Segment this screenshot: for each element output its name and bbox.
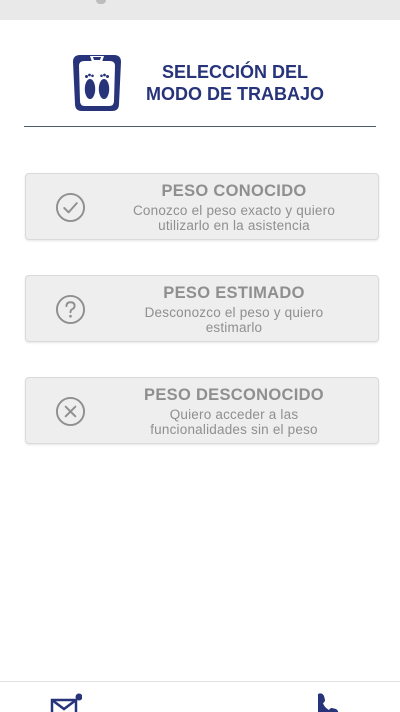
mode-option-description-line2: utilizarlo en la asistencia [158, 218, 310, 233]
page-title: SELECCIÓN DEL MODO DE TRABAJO [140, 61, 330, 105]
header: SELECCIÓN DEL MODO DE TRABAJO [24, 52, 376, 127]
mode-option-known-weight[interactable]: PESO CONOCIDO Conozco el peso exacto y q… [25, 173, 379, 240]
page-title-line1: SELECCIÓN DEL [161, 62, 308, 82]
status-indicator [96, 0, 106, 4]
mail-notification-icon[interactable] [50, 692, 82, 712]
mode-option-description: Conozco el peso exacto y quiero utilizar… [92, 203, 376, 233]
mode-option-description-line2: estimarlo [205, 320, 263, 335]
mode-option-description-line2: funcionalidades sin el peso [150, 422, 318, 437]
phone-icon[interactable] [312, 692, 344, 712]
mode-option-description: Quiero acceder a las funcionalidades sin… [92, 407, 376, 437]
page-title-line2: MODO DE TRABAJO [145, 84, 324, 104]
x-circle-icon [55, 396, 86, 427]
mode-option-title: PESO ESTIMADO [163, 284, 305, 302]
mode-option-unknown-weight[interactable]: PESO DESCONOCIDO Quiero acceder a las fu… [25, 377, 379, 444]
scale-feet-icon [73, 55, 121, 111]
mode-option-title: PESO DESCONOCIDO [144, 386, 324, 404]
mode-option-estimated-weight[interactable]: PESO ESTIMADO Desconozco el peso y quier… [25, 275, 379, 342]
status-bar [0, 0, 400, 20]
check-circle-icon [55, 192, 86, 223]
bottom-nav [0, 681, 400, 712]
question-circle-icon [55, 294, 86, 325]
mode-option-description-line1: Desconozco el peso y quiero [144, 305, 324, 320]
mode-option-title: PESO CONOCIDO [161, 182, 307, 200]
mode-option-description: Desconozco el peso y quiero estimarlo [92, 305, 376, 335]
mode-option-description-line1: Quiero acceder a las [169, 407, 299, 422]
mode-option-description-line1: Conozco el peso exacto y quiero [132, 203, 336, 218]
